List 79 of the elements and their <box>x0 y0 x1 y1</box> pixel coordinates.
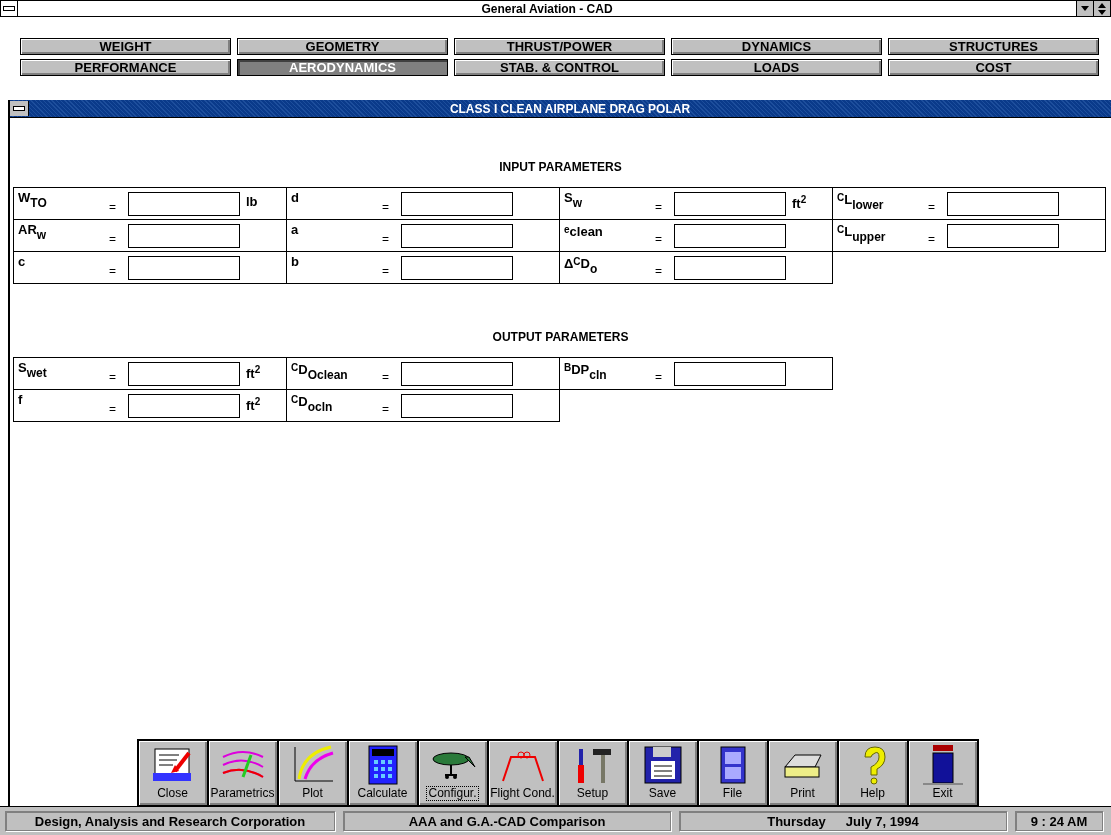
input-field[interactable] <box>401 192 513 216</box>
equals-sign: = <box>109 200 116 214</box>
unit-label: ft$^{2}$ <box>246 396 261 413</box>
toolbar-button[interactable]: Close <box>137 740 208 806</box>
equals-sign: = <box>109 370 116 384</box>
input-field[interactable] <box>128 362 240 386</box>
parameter-label: f <box>18 393 23 407</box>
input-field[interactable] <box>674 256 786 280</box>
restore-button[interactable] <box>1093 1 1110 16</box>
input-field[interactable] <box>128 192 240 216</box>
up-down-arrow-icon <box>1098 2 1106 15</box>
input-field[interactable] <box>401 224 513 248</box>
window-title: General Aviation - CAD <box>480 1 614 16</box>
dropdown-arrow-button[interactable] <box>1076 1 1093 16</box>
toolbar-button[interactable]: Plot <box>277 740 348 806</box>
section-heading: OUTPUT PARAMETERS <box>491 330 630 346</box>
equals-sign: = <box>655 232 662 246</box>
equals-sign: = <box>655 200 662 214</box>
input-field[interactable] <box>674 362 786 386</box>
equals-sign: = <box>382 402 389 416</box>
parameter-label: d <box>291 191 299 205</box>
equals-sign: = <box>109 402 116 416</box>
equals-sign: = <box>382 370 389 384</box>
tab[interactable]: COST <box>888 59 1099 76</box>
unit-label: ft$^{2}$ <box>792 194 807 211</box>
tab[interactable]: LOADS <box>671 59 882 76</box>
parameter-label: b <box>291 255 299 269</box>
system-menu-button[interactable] <box>10 101 29 116</box>
equals-sign: = <box>928 232 935 246</box>
down-arrow-icon <box>1081 5 1089 12</box>
day-label: Thursday <box>767 813 826 829</box>
input-field[interactable] <box>401 256 513 280</box>
tab[interactable]: STAB. & CONTROL <box>454 59 665 76</box>
toolbar-button[interactable]: Parametrics <box>207 740 278 806</box>
system-menu-button[interactable] <box>1 1 18 16</box>
tab[interactable]: DYNAMICS <box>671 38 882 55</box>
equals-sign: = <box>655 370 662 384</box>
status-panel: Design, Analysis and Research Corporation <box>5 811 335 831</box>
toolbar-button[interactable]: Print <box>767 740 838 806</box>
equals-sign: = <box>928 200 935 214</box>
toolbar-button[interactable]: Help <box>837 740 908 806</box>
tab[interactable]: AERODYNAMICS <box>237 59 448 76</box>
toolbar-button[interactable]: Configur. <box>417 740 488 806</box>
equals-sign: = <box>382 264 389 278</box>
toolbar-button[interactable]: Exit <box>907 740 978 806</box>
tab[interactable]: WEIGHT <box>20 38 231 55</box>
child-window-title: CLASS I CLEAN AIRPLANE DRAG POLAR <box>448 101 692 116</box>
date-label: July 7, 1994 <box>845 813 919 829</box>
equals-sign: = <box>109 232 116 246</box>
input-field[interactable] <box>401 394 513 418</box>
input-field[interactable] <box>947 192 1059 216</box>
toolbar-button[interactable]: File <box>697 740 768 806</box>
input-field[interactable] <box>128 224 240 248</box>
parameter-label: $^{e}$clean <box>564 223 603 239</box>
input-field[interactable] <box>947 224 1059 248</box>
parameter-label: c <box>18 255 26 269</box>
toolbar-button[interactable]: Setup <box>557 740 628 806</box>
tab[interactable]: GEOMETRY <box>237 38 448 55</box>
equals-sign: = <box>655 264 662 278</box>
section-heading: INPUT PARAMETERS <box>498 160 623 176</box>
status-panel: AAA and G.A.-CAD Comparison <box>343 811 671 831</box>
toolbar-button[interactable]: Calculate <box>347 740 418 806</box>
toolbar-button[interactable]: Flight Cond. <box>487 740 558 806</box>
unit-label: lb <box>246 194 258 209</box>
equals-sign: = <box>382 232 389 246</box>
parameter-label: a <box>291 223 299 237</box>
input-field[interactable] <box>128 256 240 280</box>
equals-sign: = <box>109 264 116 278</box>
unit-label: ft$^{2}$ <box>246 364 261 381</box>
input-field[interactable] <box>401 362 513 386</box>
clock-panel: 9 : 24 AM <box>1015 811 1103 831</box>
toolbar-button[interactable]: Save <box>627 740 698 806</box>
tab[interactable]: THRUST/POWER <box>454 38 665 55</box>
equals-sign: = <box>382 200 389 214</box>
input-field[interactable] <box>128 394 240 418</box>
input-field[interactable] <box>674 224 786 248</box>
tab[interactable]: PERFORMANCE <box>20 59 231 76</box>
tab[interactable]: STRUCTURES <box>888 38 1099 55</box>
input-field[interactable] <box>674 192 786 216</box>
